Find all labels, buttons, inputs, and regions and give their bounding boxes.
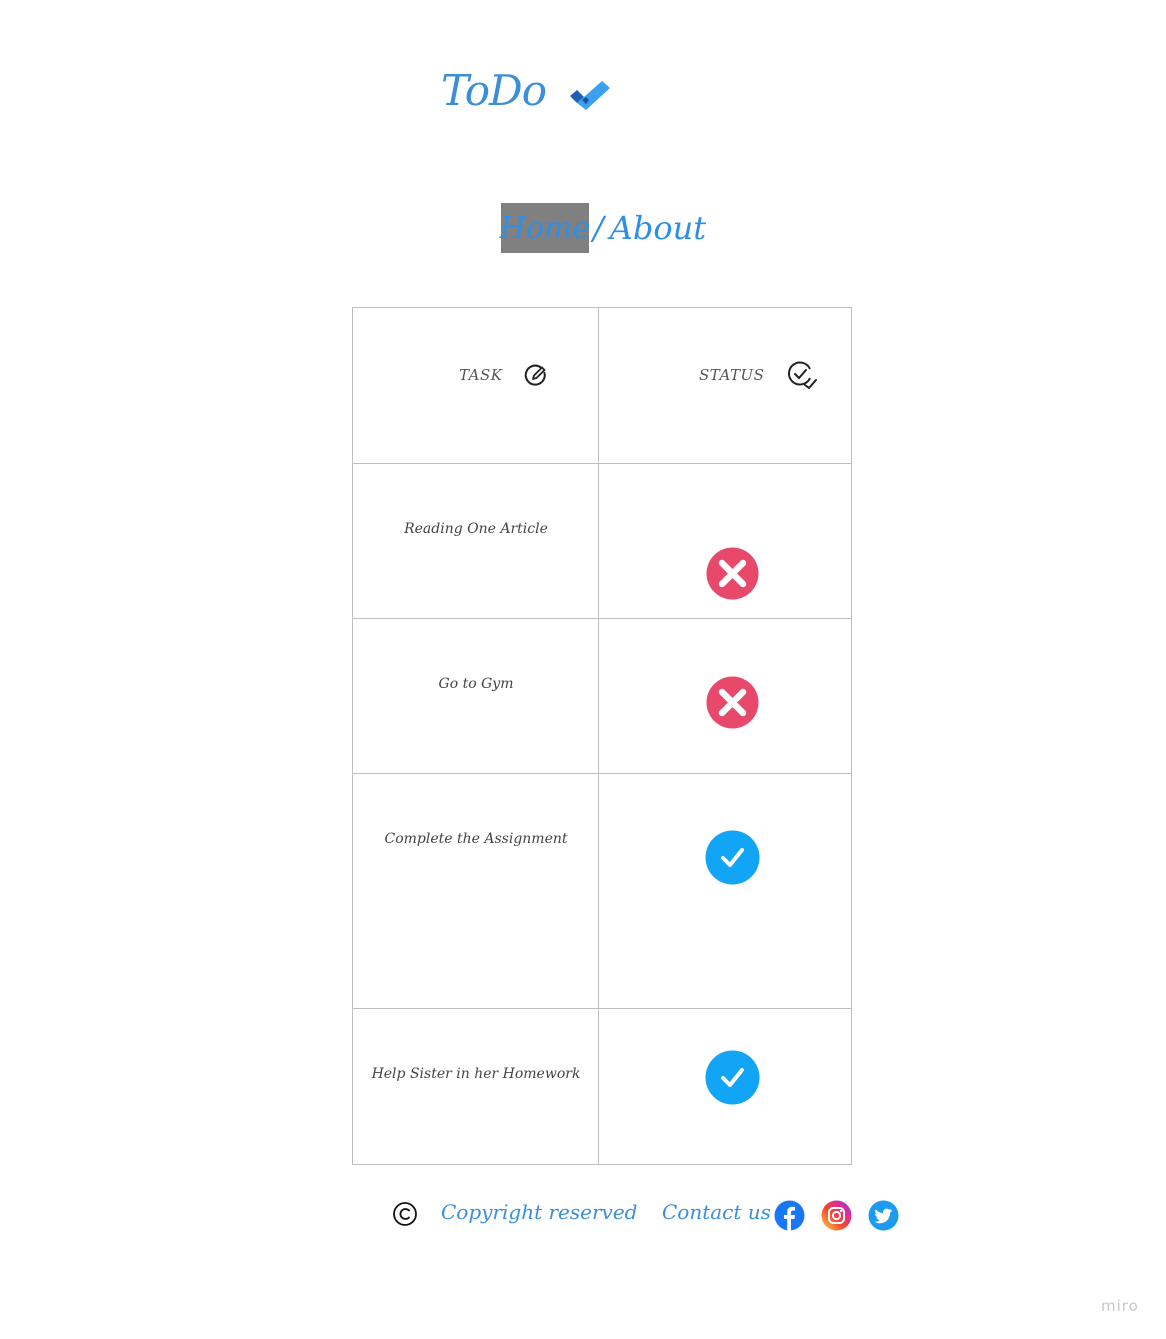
miro-watermark: miro <box>1101 1297 1139 1315</box>
check-circle-icon <box>787 361 817 390</box>
column-divider <box>598 307 599 1165</box>
x-circle-icon[interactable] <box>706 547 759 600</box>
facebook-icon[interactable] <box>774 1200 805 1231</box>
main-nav: Home / About <box>500 203 706 253</box>
nav-separator: / <box>593 209 604 247</box>
nav-home-link[interactable]: Home <box>500 203 590 253</box>
column-header-status: STATUS <box>699 366 765 384</box>
edit-circle-icon <box>524 364 546 386</box>
task-name: Reading One Article <box>404 521 548 537</box>
row-divider <box>352 463 852 464</box>
contact-label: Contact us : <box>662 1200 785 1224</box>
instagram-icon[interactable] <box>821 1200 852 1231</box>
column-header-task: TASK <box>459 366 503 384</box>
todo-table <box>352 307 852 1165</box>
copyright-icon <box>393 1202 417 1226</box>
x-circle-icon[interactable] <box>706 676 759 729</box>
copyright-text: Copyright reserved <box>441 1200 638 1224</box>
check-circle-icon[interactable] <box>705 830 760 885</box>
task-name: Go to Gym <box>438 676 514 692</box>
task-name: Help Sister in her Homework <box>371 1066 581 1082</box>
row-divider <box>352 1008 852 1009</box>
nav-about-link[interactable]: About <box>610 209 706 247</box>
check-circle-icon[interactable] <box>705 1050 760 1105</box>
row-divider <box>352 618 852 619</box>
task-name: Complete the Assignment <box>384 831 568 847</box>
twitter-icon[interactable] <box>868 1200 899 1231</box>
app-title: ToDo <box>441 66 547 115</box>
row-divider <box>352 773 852 774</box>
double-check-icon <box>570 81 610 110</box>
